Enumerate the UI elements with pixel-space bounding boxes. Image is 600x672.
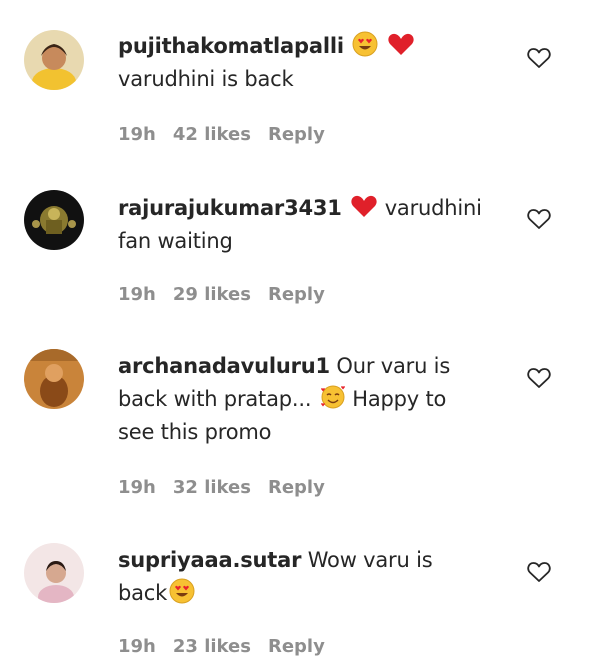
reply-button[interactable]: Reply — [268, 124, 325, 145]
comment-username[interactable]: archanadavuluru1 — [118, 354, 330, 378]
comment-time[interactable]: 19h — [118, 636, 156, 657]
heart-eyes-emoji — [352, 31, 378, 57]
heart-icon[interactable] — [527, 208, 551, 230]
comment-text: varudhini is back — [118, 67, 294, 91]
comment-likes[interactable]: 42 likes — [173, 124, 251, 145]
comment-body: archanadavuluru1 Our varu is back with p… — [118, 350, 496, 449]
comment-time[interactable]: 19h — [118, 124, 156, 145]
heart-eyes-emoji — [169, 578, 195, 604]
comment-meta: 19h 32 likes Reply — [118, 477, 325, 498]
comment-time[interactable]: 19h — [118, 284, 156, 305]
comment-text: back with pratap... — [118, 387, 312, 411]
comment-username[interactable]: rajurajukumar3431 — [118, 196, 342, 220]
avatar[interactable] — [24, 190, 84, 250]
comment-likes[interactable]: 32 likes — [173, 477, 251, 498]
comment-body: pujithakomatlapalli varudhini is back — [118, 30, 496, 96]
heart-icon[interactable] — [527, 561, 551, 583]
reply-button[interactable]: Reply — [268, 636, 325, 657]
comment-text: Wow varu is — [307, 548, 433, 572]
avatar[interactable] — [24, 349, 84, 409]
comment-text: see this promo — [118, 420, 272, 444]
avatar[interactable] — [24, 543, 84, 603]
red-heart-emoji — [351, 195, 377, 217]
comment-username[interactable]: pujithakomatlapalli — [118, 34, 344, 58]
comment-text: Happy to — [352, 387, 447, 411]
comment-likes[interactable]: 29 likes — [173, 284, 251, 305]
comment-text: fan waiting — [118, 229, 233, 253]
comment-likes[interactable]: 23 likes — [173, 636, 251, 657]
heart-icon[interactable] — [527, 367, 551, 389]
smiling-face-with-hearts-emoji — [320, 385, 345, 409]
comment-text: Our varu is — [336, 354, 451, 378]
comment-text: varudhini — [384, 196, 482, 220]
avatar[interactable] — [24, 30, 84, 90]
comment-text: back — [118, 581, 168, 605]
comment-body: supriyaaa.sutar Wow varu is back — [118, 544, 496, 610]
heart-icon[interactable] — [527, 47, 551, 69]
comment-time[interactable]: 19h — [118, 477, 156, 498]
comment-meta: 19h 29 likes Reply — [118, 284, 325, 305]
red-heart-emoji — [388, 33, 414, 55]
comment-body: rajurajukumar3431 varudhini fan waiting — [118, 192, 496, 258]
reply-button[interactable]: Reply — [268, 477, 325, 498]
comment-meta: 19h 23 likes Reply — [118, 636, 325, 657]
comment-username[interactable]: supriyaaa.sutar — [118, 548, 301, 572]
comment-meta: 19h 42 likes Reply — [118, 124, 325, 145]
reply-button[interactable]: Reply — [268, 284, 325, 305]
